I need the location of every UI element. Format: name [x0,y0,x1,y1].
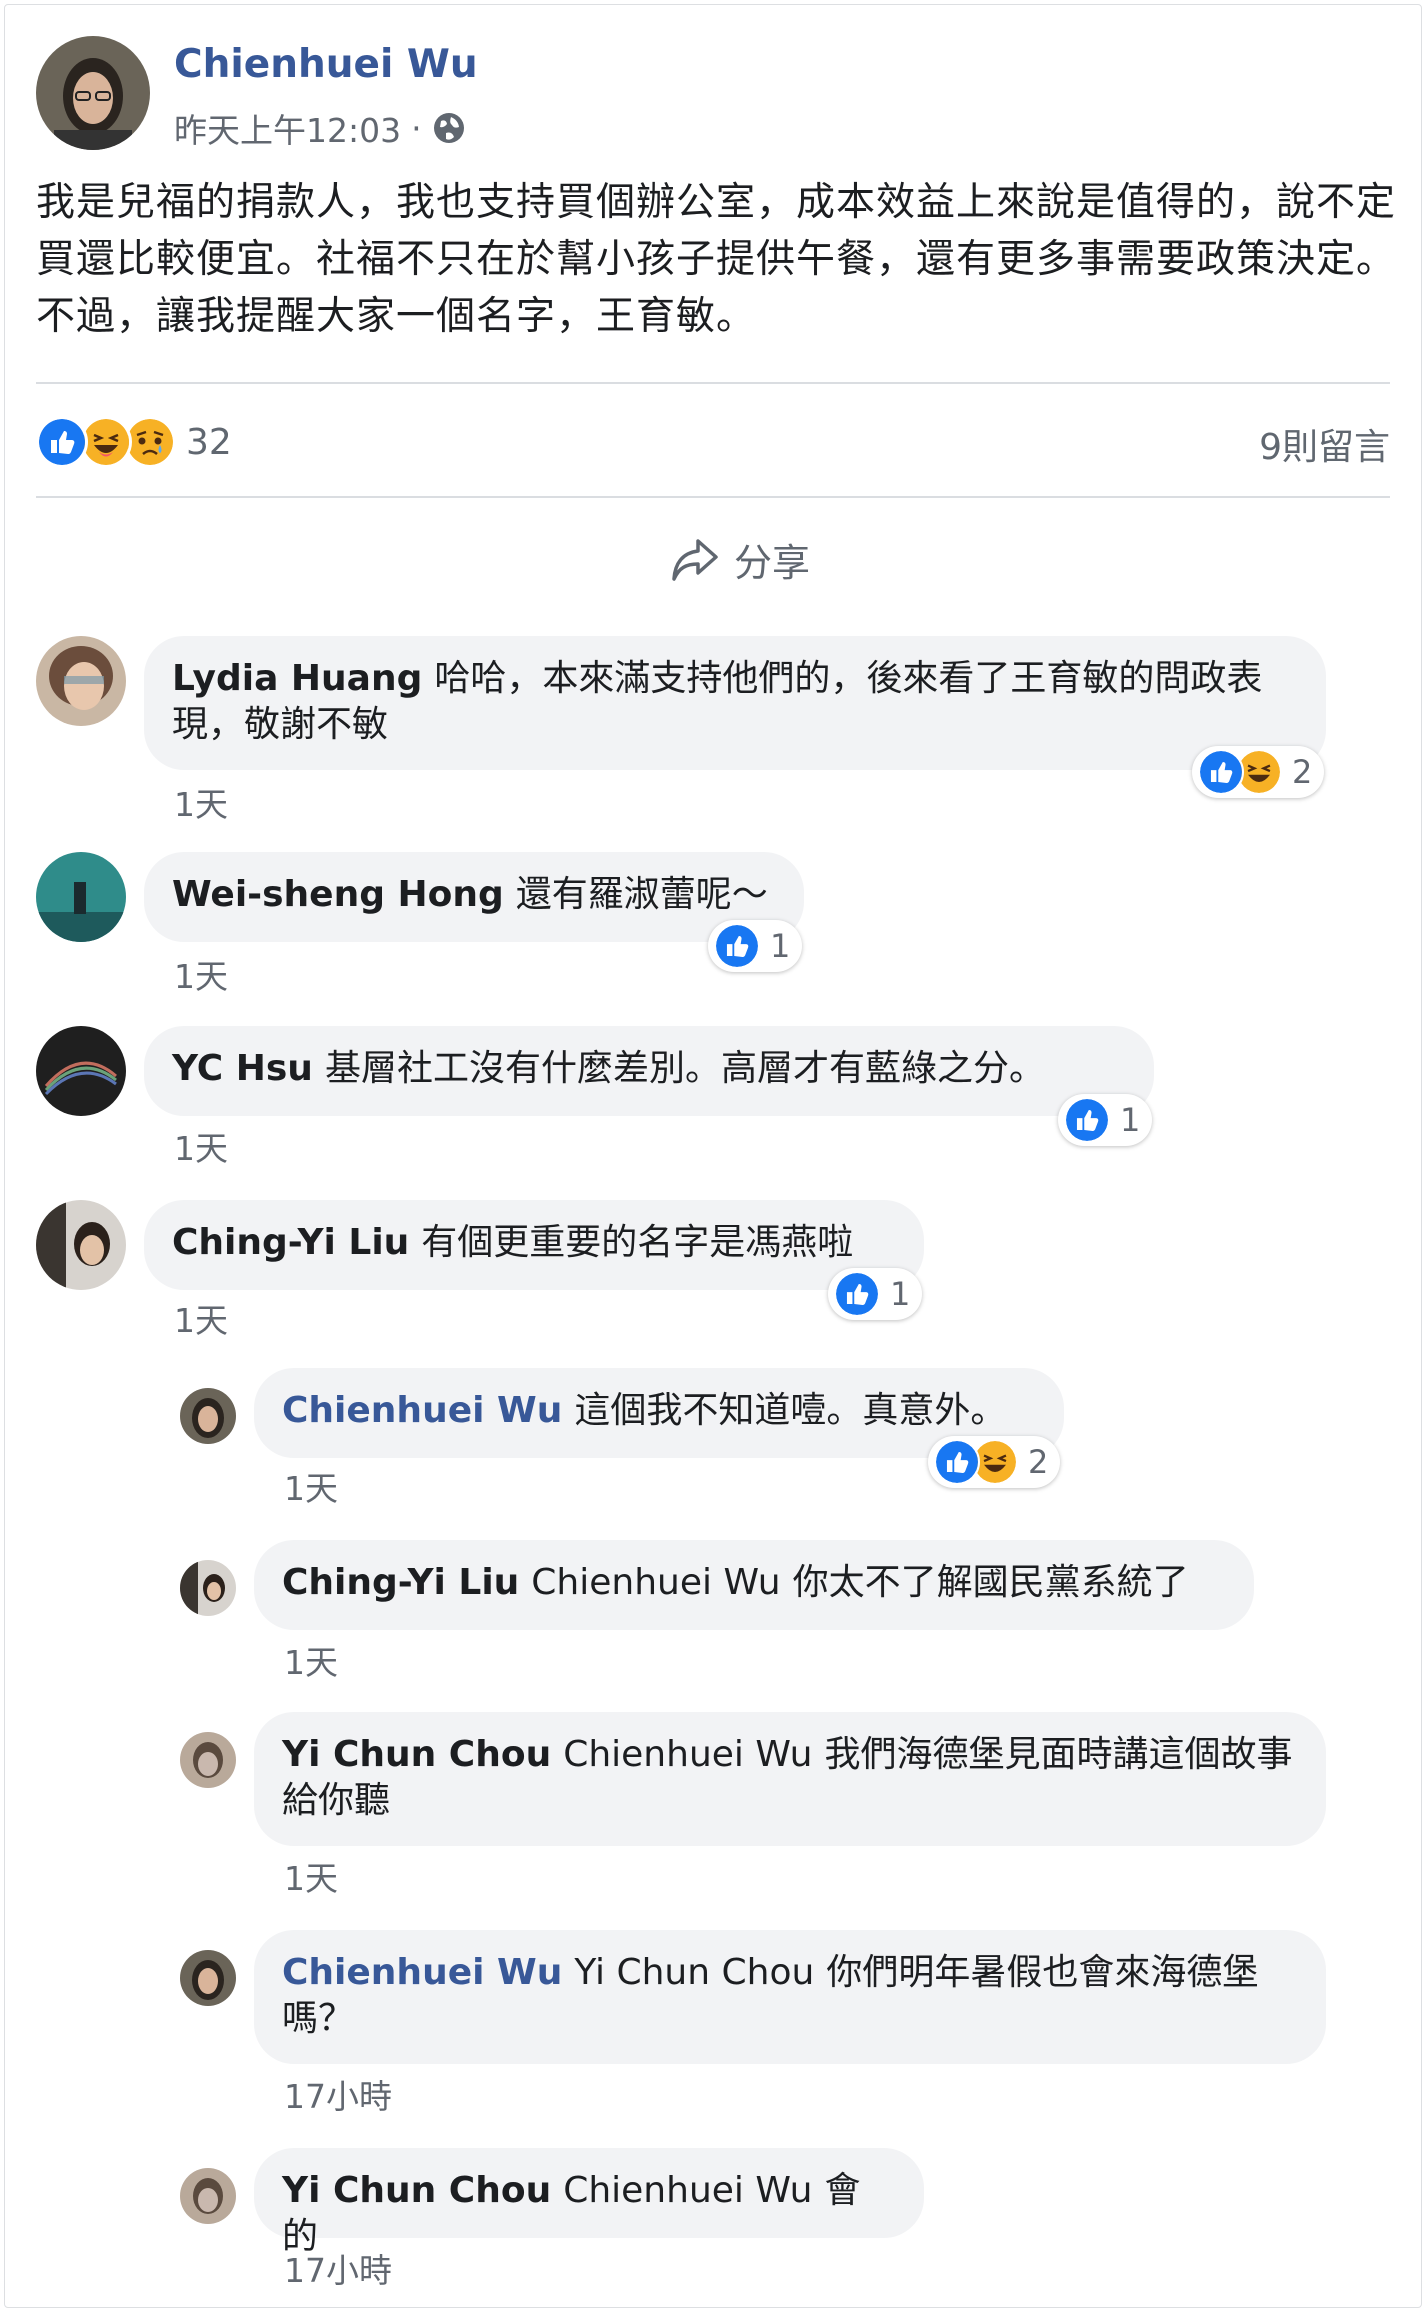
commenter-avatar[interactable] [36,852,126,942]
reply-bubble: Yi Chun Chou Chienhuei Wu 我們海德堡見面時講這個故事給你聽 [254,1712,1326,1846]
commenter-avatar[interactable] [36,636,126,726]
post-author-name[interactable]: Chienhuei Wu [174,42,478,87]
reply-bubble: Chienhuei Wu Yi Chun Chou 你們明年暑假也會來海德堡嗎？ [254,1930,1326,2064]
replier-avatar[interactable] [180,1560,236,1616]
reply-time[interactable]: 1天 [284,1852,338,1900]
like-icon [834,1271,880,1317]
comment-time[interactable]: 1天 [174,950,228,998]
divider [36,382,1390,384]
comment-bubble: Ching-Yi Liu 有個更重要的名字是馮燕啦 [144,1200,924,1290]
replier-name[interactable]: Chienhuei Wu [282,1390,562,1431]
replier-avatar[interactable] [180,1732,236,1788]
comment-count[interactable]: 9則留言 [1259,418,1390,470]
commenter-name[interactable]: Wei-sheng Hong [172,874,504,915]
reply-time[interactable]: 17小時 [284,2070,392,2118]
reply-reactions[interactable]: 2 [928,1436,1061,1488]
comment-text: 基層社工沒有什麼差別。高層才有藍綠之分。 [324,1048,1045,1089]
comment-time[interactable]: 1天 [174,1122,228,1170]
replier-name[interactable]: Yi Chun Chou [282,2170,551,2211]
share-label: 分享 [734,541,811,585]
comment-reactions[interactable]: 2 [1192,746,1325,798]
share-button[interactable]: 分享 [670,532,810,587]
comment-reactions[interactable]: 1 [828,1268,923,1320]
comment-time[interactable]: 1天 [174,778,228,826]
comment-text: 有個更重要的名字是馮燕啦 [421,1222,854,1263]
commenter-name[interactable]: YC Hsu [172,1048,313,1089]
commenter-avatar[interactable] [36,1200,126,1290]
reply-bubble: Yi Chun Chou Chienhuei Wu 會的 [254,2148,924,2257]
replier-avatar[interactable] [180,2168,236,2224]
replier-avatar[interactable] [180,1950,236,2006]
like-icon [1064,1097,1110,1143]
comment-bubble: Wei-sheng Hong 還有羅淑蕾呢～ [144,852,804,942]
comment-reactions[interactable]: 1 [1058,1094,1153,1146]
globe-icon[interactable] [432,111,466,145]
post-text: 我是兒福的捐款人，我也支持買個辦公室，成本效益上來說是值得的，說不定買還比較便宜… [36,180,1397,339]
comment-reaction-count: 1 [770,927,791,965]
reply-text: 你太不了解國民黨系統了 [792,1562,1189,1603]
reply-bubble: Ching-Yi Liu Chienhuei Wu 你太不了解國民黨系統了 [254,1540,1254,1630]
like-icon [1198,749,1244,795]
comment-time[interactable]: 1天 [174,1294,228,1342]
like-icon [934,1439,980,1485]
divider [36,496,1390,498]
comment-reactions[interactable]: 1 [708,920,803,972]
reply-mention[interactable]: Yi Chun Chou [574,1952,814,1993]
replier-name[interactable]: Chienhuei Wu [282,1952,562,1993]
like-icon [36,416,88,468]
reply-reaction-count: 2 [1028,1443,1049,1481]
reply-mention[interactable]: Chienhuei Wu [563,2170,812,2211]
reaction-count: 32 [186,421,232,463]
reply-time[interactable]: 1天 [284,1462,338,1510]
comment-reaction-count: 1 [890,1275,911,1313]
commenter-avatar[interactable] [36,1026,126,1116]
comment-text: 還有羅淑蕾呢～ [515,874,768,915]
reply-mention[interactable]: Chienhuei Wu [563,1734,812,1775]
share-arrow-icon [672,538,718,581]
reply-time[interactable]: 17小時 [284,2244,392,2292]
like-icon [714,923,760,969]
replier-name[interactable]: Ching-Yi Liu [282,1562,519,1603]
commenter-name[interactable]: Ching-Yi Liu [172,1222,409,1263]
comment-bubble: YC Hsu 基層社工沒有什麼差別。高層才有藍綠之分。 [144,1026,1154,1116]
comment-reaction-count: 2 [1292,753,1313,791]
comment-bubble: Lydia Huang 哈哈，本來滿支持他們的，後來看了王育敏的問政表現，敬謝不敏 [144,636,1326,770]
reaction-summary[interactable]: 32 [36,416,232,468]
author-avatar[interactable] [36,36,150,150]
post-meta: 昨天上午12:03 · [174,104,466,152]
replier-name[interactable]: Yi Chun Chou [282,1734,551,1775]
reply-mention[interactable]: Chienhuei Wu [531,1562,780,1603]
reply-text: 這個我不知道噎。真意外。 [574,1390,1007,1431]
meta-separator: · [411,108,422,148]
commenter-name[interactable]: Lydia Huang [172,658,422,699]
post-time[interactable]: 昨天上午12:03 [174,104,401,152]
comment-reaction-count: 1 [1120,1101,1141,1139]
reply-time[interactable]: 1天 [284,1636,338,1684]
replier-avatar[interactable] [180,1388,236,1444]
